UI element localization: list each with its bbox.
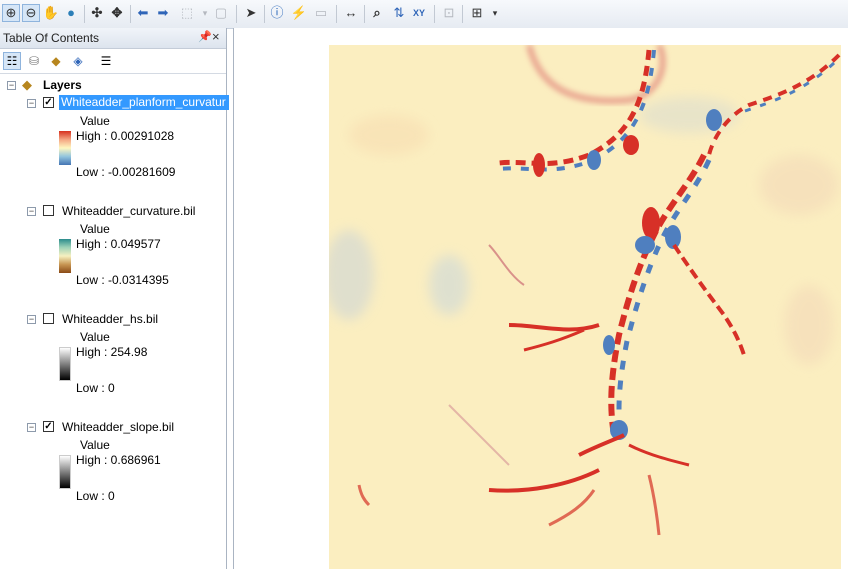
close-icon[interactable]: × — [212, 29, 220, 44]
toc-title: Table Of Contents — [3, 31, 100, 45]
channel-feature — [603, 335, 615, 355]
toolbar-separator — [84, 5, 85, 23]
toc-toolbar: ☷ ⛁ ◆ ◈ ☰ — [0, 49, 226, 74]
fixed-zoom-out-icon[interactable]: ✥ — [108, 4, 126, 22]
list-by-source-icon[interactable]: ⛁ — [25, 52, 43, 70]
html-popup-icon[interactable]: ▭ — [312, 4, 330, 22]
layer-slope[interactable]: Whiteadder_slope.bil — [62, 420, 174, 434]
clear-selection-icon[interactable]: ▢ — [212, 4, 230, 22]
forward-arrow-icon[interactable]: ➡ — [154, 4, 172, 22]
color-ramp — [59, 131, 71, 165]
layer-planform-curvature[interactable]: Whiteadder_planform_curvatur — [59, 95, 229, 110]
legend-heading: Value — [80, 438, 110, 452]
legend-high: High : 0.049577 — [76, 237, 161, 251]
channel-feature — [642, 207, 660, 239]
layer-visibility-checkbox[interactable] — [43, 313, 54, 324]
terrain-patch — [759, 155, 839, 215]
color-ramp — [59, 239, 71, 273]
terrain-patch — [349, 115, 429, 155]
channel-feature — [665, 225, 681, 249]
legend-low: Low : 0 — [76, 489, 115, 503]
color-ramp — [59, 347, 71, 381]
planform-curvature-raster[interactable] — [329, 45, 841, 569]
toolbar-separator — [434, 5, 435, 23]
identify-icon[interactable]: ⓘ — [268, 4, 286, 22]
layer-visibility-checkbox[interactable] — [43, 205, 54, 216]
layers-frame-icon: ◆ — [22, 77, 32, 92]
channel-feature — [623, 135, 639, 155]
time-slider-icon[interactable]: ⊡ — [440, 4, 458, 22]
pan-hand-icon[interactable]: ✋ — [42, 4, 60, 22]
collapse-layer-icon[interactable]: − — [27, 207, 36, 216]
toolbar-separator — [364, 5, 365, 23]
fixed-zoom-in-icon[interactable]: ✣ — [88, 4, 106, 22]
legend-low: Low : 0 — [76, 381, 115, 395]
legend-heading: Value — [80, 222, 110, 236]
legend-high: High : 0.686961 — [76, 453, 161, 467]
layers-root-label[interactable]: Layers — [43, 78, 82, 92]
legend-heading: Value — [80, 114, 110, 128]
select-elements-icon[interactable]: ➤ — [242, 4, 260, 22]
options-icon[interactable]: ☰ — [97, 52, 115, 70]
full-extent-globe-icon[interactable]: ● — [62, 4, 80, 22]
legend-low: Low : -0.00281609 — [76, 165, 176, 179]
find-binoculars-icon[interactable]: ⌕ — [368, 4, 386, 22]
layer-visibility-checkbox[interactable]: ✓ — [43, 421, 54, 432]
toolbar-separator — [130, 5, 131, 23]
legend-heading: Value — [80, 330, 110, 344]
terrain-patch — [429, 255, 469, 315]
legend-low: Low : -0.0314395 — [76, 273, 169, 287]
toolbar-separator — [264, 5, 265, 23]
color-ramp — [59, 455, 71, 489]
standard-toolbar: ⊕ ⊖ ✋ ● ✣ ✥ ⬅ ➡ ⬚ ▾ ▢ ➤ ⓘ ⚡ ▭ ↔ ⌕ ⇅ XY ⊡… — [0, 0, 848, 29]
go-to-xy-icon[interactable]: XY — [410, 4, 428, 22]
collapse-layer-icon[interactable]: − — [27, 423, 36, 432]
toc-header: Table Of Contents 📌 × — [0, 28, 226, 49]
zoom-in-icon[interactable]: ⊕ — [2, 4, 20, 22]
collapse-layers-icon[interactable]: − — [7, 81, 16, 90]
legend-high: High : 254.98 — [76, 345, 148, 359]
channel-feature — [706, 109, 722, 131]
toolbar-separator — [462, 5, 463, 23]
collapse-layer-icon[interactable]: − — [27, 99, 36, 108]
collapse-layer-icon[interactable]: − — [27, 315, 36, 324]
measure-icon[interactable]: ↔ — [342, 4, 360, 22]
layer-hillshade[interactable]: Whiteadder_hs.bil — [62, 312, 158, 326]
toolbar-separator — [236, 5, 237, 23]
zoom-out-icon[interactable]: ⊖ — [22, 4, 40, 22]
layer-visibility-checkbox[interactable]: ✓ — [43, 97, 54, 108]
toolbar-separator — [336, 5, 337, 23]
list-by-selection-icon[interactable]: ◈ — [69, 52, 87, 70]
channel-feature — [587, 150, 601, 170]
terrain-patch — [639, 97, 739, 133]
legend-high: High : 0.00291028 — [76, 129, 175, 143]
select-features-icon[interactable]: ⬚ — [178, 4, 196, 22]
back-arrow-icon[interactable]: ⬅ — [134, 4, 152, 22]
toolbar-options-icon[interactable]: ▾ — [486, 4, 504, 22]
channel-feature — [533, 153, 545, 177]
list-by-visibility-icon[interactable]: ◆ — [47, 52, 65, 70]
list-by-drawing-order-icon[interactable]: ☷ — [3, 52, 21, 70]
layer-curvature[interactable]: Whiteadder_curvature.bil — [62, 204, 195, 218]
terrain-patch — [784, 285, 834, 365]
hyperlink-icon[interactable]: ⚡ — [290, 4, 308, 22]
channel-feature — [635, 236, 655, 254]
pin-icon[interactable]: 📌 — [198, 30, 212, 43]
magnifier-window-icon[interactable]: ⊞ — [468, 4, 486, 22]
find-route-icon[interactable]: ⇅ — [390, 4, 408, 22]
